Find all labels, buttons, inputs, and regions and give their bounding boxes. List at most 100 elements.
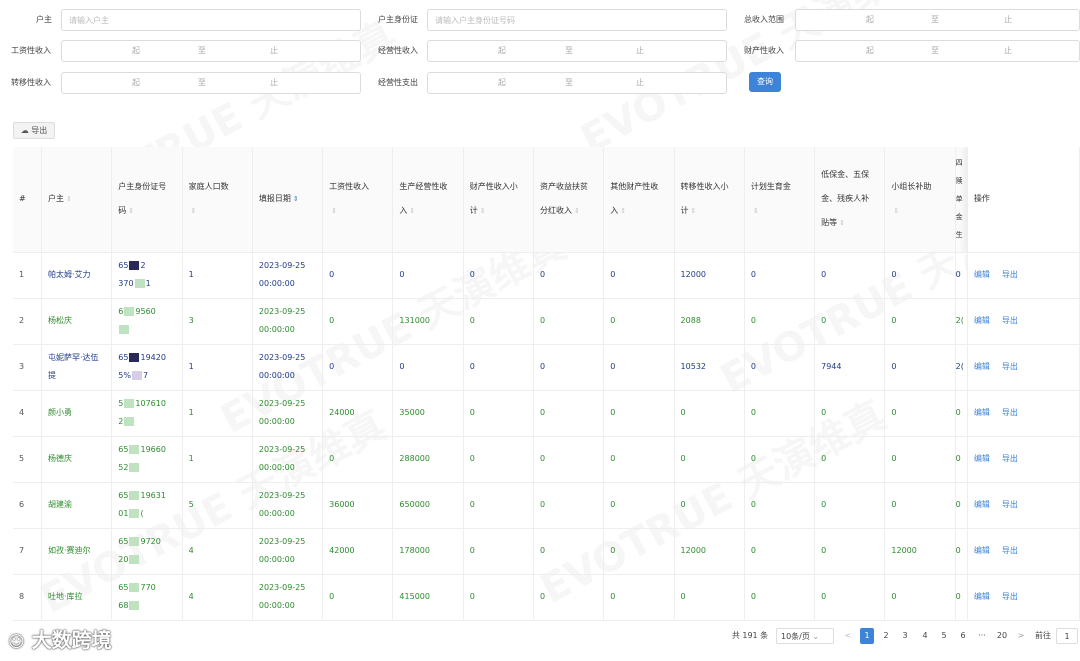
page-button[interactable]: 2: [880, 628, 892, 644]
page-button-active[interactable]: 1: [860, 628, 874, 644]
leader-subsidy-cell: 0: [884, 574, 956, 621]
prev-page-button[interactable]: <: [842, 628, 854, 644]
page-size-value: 10条/页: [781, 632, 810, 641]
leader-subsidy-cell: 12000: [884, 528, 956, 575]
page-ellipsis[interactable]: ···: [975, 628, 989, 644]
col-welfare[interactable]: 低保金、五保 金、残疾人补 贴等 ⇕: [814, 147, 886, 253]
asset-dividend-cell: 0: [533, 436, 605, 483]
asset-dividend-cell: 0: [533, 390, 605, 437]
wage-range[interactable]: 起 至 止: [61, 40, 361, 62]
col-property[interactable]: 财产性收入小计 ⇕: [463, 147, 534, 253]
business-cell: 415000: [392, 574, 464, 621]
sort-icon[interactable]: ⇕: [893, 207, 899, 215]
edit-link[interactable]: 编辑: [974, 592, 990, 601]
edit-link[interactable]: 编辑: [974, 500, 990, 509]
transfer-range[interactable]: 起 至 止: [61, 72, 361, 94]
page-button[interactable]: 3: [899, 628, 911, 644]
family-size-cell: 1: [182, 344, 253, 391]
operations-cell: 编辑 导出: [967, 482, 1080, 529]
total-income-range[interactable]: 起 至 止: [795, 9, 1080, 31]
export-link[interactable]: 导出: [1002, 592, 1018, 601]
property-range[interactable]: 起 至 止: [795, 40, 1080, 62]
page-button[interactable]: 6: [957, 628, 969, 644]
leader-subsidy-cell: 0: [884, 252, 956, 299]
sort-icon[interactable]: ⇕: [191, 207, 197, 215]
family-size-cell: 1: [182, 390, 253, 437]
owner-id-input[interactable]: [435, 10, 726, 30]
owner-name[interactable]: 如孜·赛迪尔: [48, 546, 91, 555]
page-button[interactable]: 4: [919, 628, 931, 644]
export-link[interactable]: 导出: [1002, 316, 1018, 325]
owner-name[interactable]: 杨德庆: [48, 454, 72, 463]
business-range[interactable]: 起 至 止: [427, 40, 727, 62]
sort-icon[interactable]: ⇕: [66, 195, 72, 203]
sort-icon[interactable]: ⇕: [839, 219, 845, 227]
sort-icon[interactable]: ⇕: [574, 207, 580, 215]
col-transfer[interactable]: 转移性收入小计 ⇕: [674, 147, 745, 253]
ecological-cell: 0: [955, 528, 968, 575]
col-other-property[interactable]: 其他财产性收入 ⇕: [603, 147, 675, 253]
sort-icon[interactable]: ⇕: [293, 195, 299, 203]
business-expense-range[interactable]: 起 至 止: [427, 72, 727, 94]
business-cell: 35000: [392, 390, 464, 437]
welfare-cell: 0: [814, 574, 886, 621]
export-link[interactable]: 导出: [1002, 270, 1018, 279]
page-button[interactable]: 5: [938, 628, 950, 644]
edit-link[interactable]: 编辑: [974, 316, 990, 325]
col-owner-id[interactable]: 户主身份证号码 ⇕: [111, 147, 183, 253]
table-row: 8 吐地·库拉 65 770 68 4 2023-09-25 00:00:00 0 415000 0…: [13, 574, 1080, 621]
export-link[interactable]: 导出: [1002, 362, 1018, 371]
id-mask: [129, 601, 140, 610]
owner-name[interactable]: 杨松庆: [48, 316, 72, 325]
export-link[interactable]: 导出: [1002, 454, 1018, 463]
sort-icon[interactable]: ⇕: [753, 207, 759, 215]
family-planning-cell: 0: [744, 436, 816, 483]
pagination: 共 191 条 10条/页 ⌄ < 1 2 3 4 5 6 ··· 20 > 前…: [0, 624, 1080, 648]
owner-input-box: [61, 9, 361, 31]
sort-icon[interactable]: ⇕: [620, 207, 626, 215]
edit-link[interactable]: 编辑: [974, 546, 990, 555]
col-leader-subsidy[interactable]: 小组长补助 ⇕: [884, 147, 956, 253]
col-owner[interactable]: 户主 ⇕: [41, 147, 113, 253]
family-planning-cell: 0: [744, 528, 816, 575]
col-business[interactable]: 生产经营性收入 ⇕: [392, 147, 464, 253]
edit-link[interactable]: 编辑: [974, 408, 990, 417]
sort-icon[interactable]: ⇕: [691, 207, 697, 215]
property-cell: 0: [463, 344, 534, 391]
sort-icon[interactable]: ⇕: [128, 207, 134, 215]
owner-name[interactable]: 胡建渝: [48, 500, 72, 509]
col-family-planning[interactable]: 计划生育金 ⇕: [744, 147, 816, 253]
sort-icon[interactable]: ⇕: [480, 207, 486, 215]
export-button[interactable]: ☁ 导出: [13, 122, 55, 139]
owner-name[interactable]: 颜小勇: [48, 408, 72, 417]
export-link[interactable]: 导出: [1002, 546, 1018, 555]
export-label: 导出: [31, 126, 48, 135]
col-report-date[interactable]: 填报日期 ⇕: [252, 147, 324, 253]
goto-input[interactable]: 1: [1056, 628, 1078, 644]
page-size-select[interactable]: 10条/页 ⌄: [776, 628, 834, 644]
sort-icon[interactable]: ⇕: [409, 207, 415, 215]
total-count: 共 191 条: [731, 631, 769, 640]
transfer-cell: 12000: [674, 252, 745, 299]
query-button[interactable]: 查询: [749, 72, 781, 92]
edit-link[interactable]: 编辑: [974, 454, 990, 463]
export-link[interactable]: 导出: [1002, 408, 1018, 417]
col-family-size[interactable]: 家庭人口数 ⇕: [182, 147, 253, 253]
sort-icon[interactable]: ⇕: [331, 207, 337, 215]
owner-name[interactable]: 帕太姆·艾力: [48, 270, 91, 279]
property-cell: 0: [463, 298, 534, 345]
report-date-cell: 2023-09-25 00:00:00: [252, 390, 324, 437]
owner-name[interactable]: 屯妮萨罕·达伍: [48, 353, 99, 362]
owner-input[interactable]: [69, 10, 360, 30]
table-row: 6 胡建渝 65 19631 01(5 2023-09-25 00:00:00 36000 65…: [13, 482, 1080, 529]
edit-link[interactable]: 编辑: [974, 362, 990, 371]
col-wage[interactable]: 工资性收入 ⇕: [322, 147, 394, 253]
export-link[interactable]: 导出: [1002, 500, 1018, 509]
edit-link[interactable]: 编辑: [974, 270, 990, 279]
col-asset-dividend[interactable]: 资产收益扶贫 分红收入 ⇕: [533, 147, 605, 253]
ecological-cell: 0: [955, 436, 968, 483]
owner-name[interactable]: 吐地·库拉: [48, 592, 83, 601]
next-page-button[interactable]: >: [1015, 628, 1027, 644]
page-button-last[interactable]: 20: [994, 628, 1010, 644]
operations-cell: 编辑 导出: [967, 252, 1080, 299]
